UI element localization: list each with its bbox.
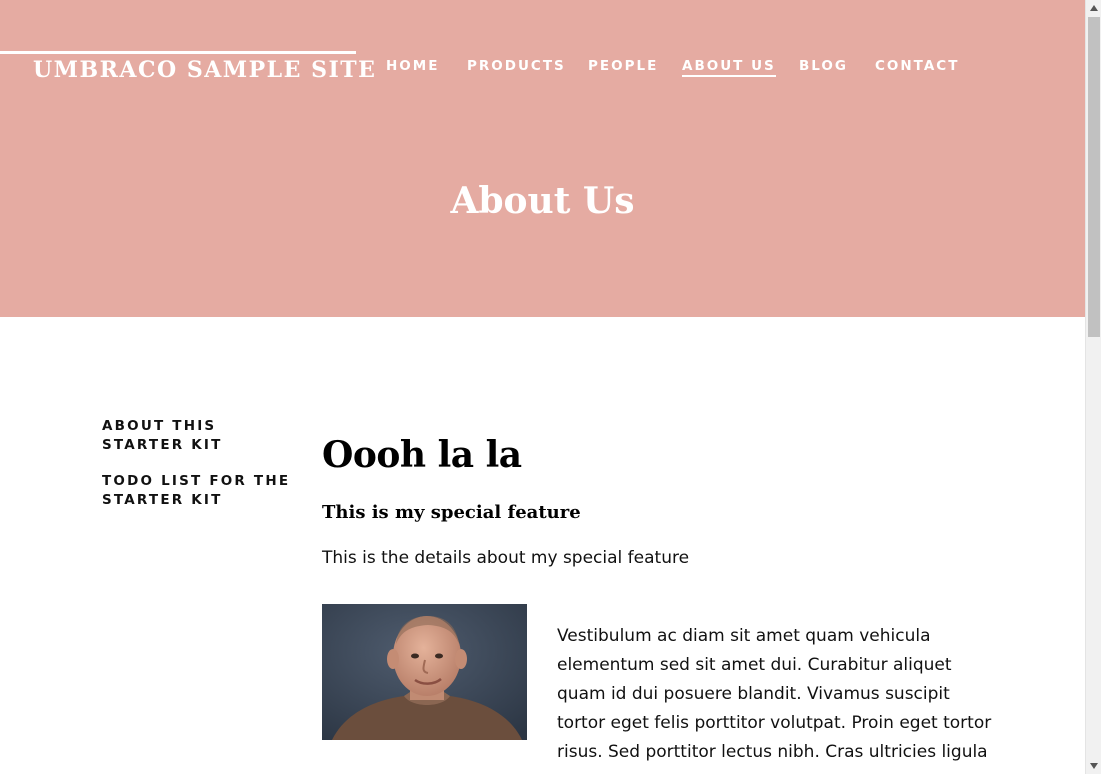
feature-title: This is my special feature (322, 502, 581, 523)
sidebar-item-todo-list[interactable]: TODO LIST FOR THE STARTER KIT (102, 472, 292, 510)
site-header: UMBRACO SAMPLE SITE HOME PRODUCTS PEOPLE… (0, 0, 1085, 317)
content-heading: Oooh la la (322, 434, 522, 476)
site-brand[interactable]: UMBRACO SAMPLE SITE (33, 57, 376, 83)
nav-blog[interactable]: BLOG (799, 58, 848, 74)
vertical-scrollbar[interactable] (1085, 0, 1101, 774)
nav-people[interactable]: PEOPLE (588, 58, 658, 74)
scroll-down-button[interactable] (1086, 758, 1101, 774)
page-title: About Us (450, 180, 635, 222)
scroll-up-button[interactable] (1086, 0, 1101, 16)
nav-home[interactable]: HOME (386, 58, 439, 74)
nav-about-us[interactable]: ABOUT US (682, 58, 776, 77)
sidebar-item-about-starter-kit[interactable]: ABOUT THIS STARTER KIT (102, 417, 292, 455)
triangle-up-icon (1090, 5, 1098, 11)
body-paragraph: Vestibulum ac diam sit amet quam vehicul… (557, 626, 992, 762)
scroll-thumb[interactable] (1088, 17, 1100, 337)
nav-products[interactable]: PRODUCTS (467, 58, 566, 74)
triangle-down-icon (1090, 763, 1098, 769)
nav-contact[interactable]: CONTACT (875, 58, 959, 74)
person-photo (322, 604, 527, 740)
page: UMBRACO SAMPLE SITE HOME PRODUCTS PEOPLE… (0, 0, 1085, 774)
site-logo[interactable]: UMBRACO SAMPLE SITE (0, 51, 375, 85)
feature-details: This is the details about my special fea… (322, 548, 690, 568)
